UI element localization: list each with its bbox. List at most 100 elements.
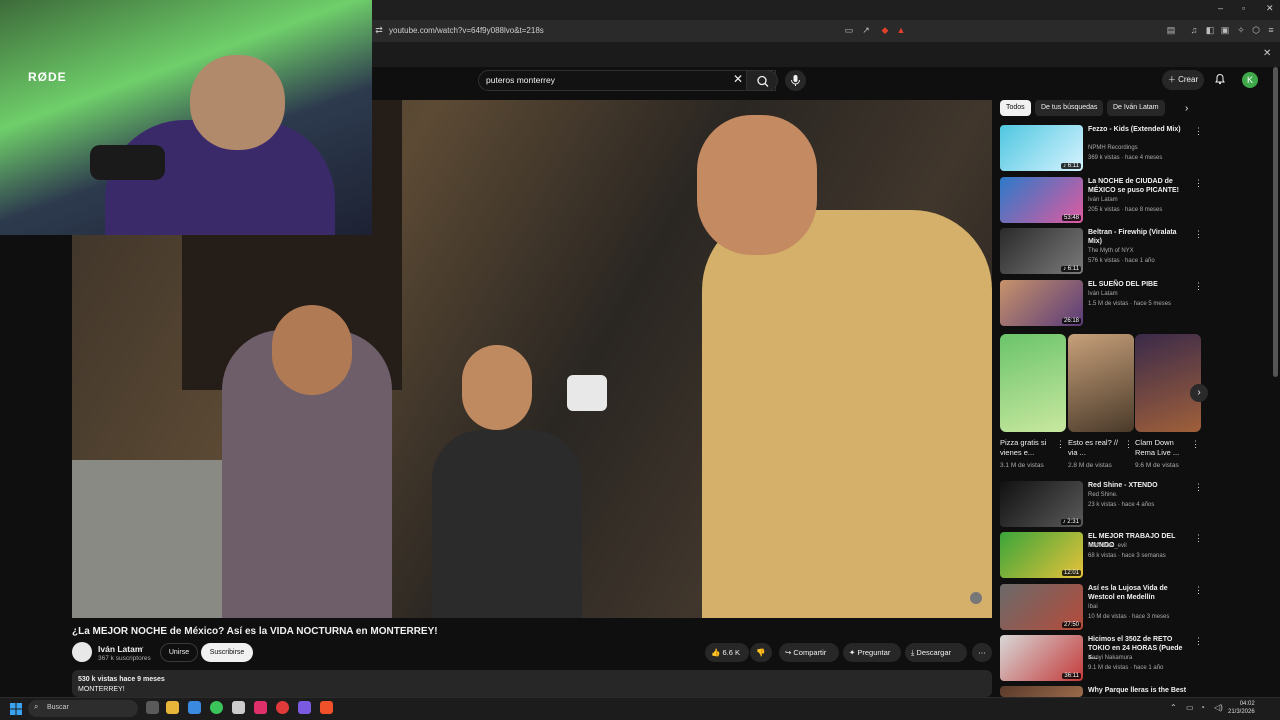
recommendation-thumbnail[interactable]: 12:01 xyxy=(1000,532,1083,578)
wifi-icon[interactable]: ◔ xyxy=(1200,703,1205,712)
chip-from-channel[interactable]: De Iván Latam xyxy=(1107,100,1165,116)
more-options-icon[interactable]: ⋮ xyxy=(1194,126,1203,137)
recommendation-channel[interactable]: The Myth of NYX xyxy=(1088,248,1134,254)
share-button[interactable]: ↪ Compartir xyxy=(779,643,839,662)
sidebar-icon[interactable]: ◧ xyxy=(1204,24,1216,36)
recommendation-channel[interactable]: Ibai xyxy=(1088,604,1098,610)
recommendation-channel[interactable]: Kenyi Nakamura xyxy=(1088,655,1132,661)
video-duration: 53:48 xyxy=(1061,215,1081,221)
music-icon[interactable]: ♫ xyxy=(1188,24,1200,36)
join-button[interactable]: Unirse xyxy=(160,643,198,662)
close-window-icon[interactable]: ✕ xyxy=(1266,3,1274,14)
video-settings-icon[interactable] xyxy=(970,592,982,604)
address-bar[interactable]: youtube.com/watch?v=64f9y088lvo&t=218s xyxy=(389,26,544,35)
more-options-icon[interactable]: ⋮ xyxy=(1124,439,1133,450)
taskbar-search[interactable] xyxy=(28,700,138,717)
recommendation-thumbnail[interactable]: ♪ 2:31 xyxy=(1000,481,1083,527)
voice-search-button[interactable] xyxy=(785,70,806,91)
short-thumbnail[interactable] xyxy=(1000,334,1066,432)
recommendation-title[interactable]: La NOCHE de CIUDAD de MÉXICO se puso PIC… xyxy=(1088,177,1188,195)
recommendation-channel[interactable]: NPMH Recordings xyxy=(1088,145,1138,151)
brave-rewards-icon[interactable]: ▲ xyxy=(895,24,907,36)
store-icon[interactable] xyxy=(188,701,201,714)
notepad-icon[interactable] xyxy=(232,701,245,714)
tiktok-icon[interactable] xyxy=(254,701,267,714)
recommendation-title[interactable]: Beltran - Firewhip (Viralata Mix) xyxy=(1088,228,1188,246)
recommendation-thumbnail[interactable]: 27:50 xyxy=(1000,584,1083,630)
more-options-icon[interactable]: ⋮ xyxy=(1194,178,1203,189)
minimize-icon[interactable]: – xyxy=(1218,3,1223,13)
reader-icon[interactable]: ▤ xyxy=(1165,24,1177,36)
recommendation-channel[interactable]: Kamikaze_evil xyxy=(1088,543,1127,549)
like-button[interactable]: 👍 6.6 K xyxy=(705,643,749,662)
cast-icon[interactable]: ▭ xyxy=(843,24,855,36)
recommendation-channel[interactable]: Red Shine. xyxy=(1088,492,1118,498)
channel-name[interactable]: Iván Latam xyxy=(98,644,142,654)
recommendation-thumbnail[interactable]: 36:11 xyxy=(1000,635,1083,681)
short-title[interactable]: Esto es real? // via ... xyxy=(1068,438,1126,458)
recommendation-thumbnail[interactable]: 53:48 xyxy=(1000,177,1083,223)
task-view-icon[interactable] xyxy=(146,701,159,714)
description-box[interactable] xyxy=(72,670,992,697)
maximize-icon[interactable]: ▫ xyxy=(1242,3,1245,13)
recommendation-thumbnail[interactable]: 26:18 xyxy=(1000,280,1083,326)
discord-icon[interactable] xyxy=(298,701,311,714)
wallet-icon[interactable]: ▣ xyxy=(1219,24,1231,36)
brave-shield-icon[interactable]: ◆ xyxy=(879,24,891,36)
recommendation-title[interactable]: Así es la Lujosa Vida de Westcol en Mede… xyxy=(1088,584,1188,602)
recommendation-title[interactable]: EL SUEÑO DEL PIBE xyxy=(1088,280,1188,289)
recommendation-channel[interactable]: Iván Latam xyxy=(1088,291,1118,297)
subscribe-button[interactable]: Suscribirse xyxy=(201,643,253,662)
create-button[interactable]: ＋ Crear xyxy=(1162,70,1204,90)
ask-button[interactable]: ✦ Preguntar xyxy=(843,643,901,662)
short-title[interactable]: Pizza gratis si vienes e... xyxy=(1000,438,1058,458)
share-page-icon[interactable]: ↗ xyxy=(860,24,872,36)
volume-icon[interactable]: ◁) xyxy=(1214,703,1223,712)
channel-avatar[interactable] xyxy=(72,642,92,662)
file-explorer-icon[interactable] xyxy=(166,701,179,714)
short-thumbnail[interactable] xyxy=(1135,334,1201,432)
more-options-icon[interactable]: ⋮ xyxy=(1191,439,1200,450)
close-bar-icon[interactable]: ✕ xyxy=(1263,48,1271,59)
more-actions-button[interactable]: ⋯ xyxy=(972,643,992,662)
menu-icon[interactable]: ≡ xyxy=(1265,24,1277,36)
notifications-bell-icon[interactable] xyxy=(1214,73,1226,85)
obs-icon[interactable] xyxy=(276,701,289,714)
clear-search-icon[interactable]: ✕ xyxy=(733,72,743,86)
shorts-next-button[interactable]: › xyxy=(1190,384,1208,402)
recommendation-thumbnail[interactable]: ♪ 6:11 xyxy=(1000,228,1083,274)
chip-all[interactable]: Todos xyxy=(1000,100,1031,116)
recommendation-thumbnail[interactable] xyxy=(1000,686,1083,697)
chrome-icon[interactable] xyxy=(210,701,223,714)
search-button[interactable] xyxy=(746,70,778,91)
taskbar-clock[interactable]: 04:02 21/3/2026 xyxy=(1228,700,1255,716)
recommendation-title[interactable]: Fezzo - Kids (Extended Mix) xyxy=(1088,125,1188,134)
site-info-icon[interactable]: ⇄ xyxy=(373,24,385,36)
recommendation-title[interactable]: Red Shine - XTENDO xyxy=(1088,481,1188,490)
windows-start-icon[interactable] xyxy=(10,702,22,715)
dislike-button[interactable]: 👎 xyxy=(750,643,772,662)
chip-from-searches[interactable]: De tus búsquedas xyxy=(1035,100,1104,116)
download-button[interactable]: ⤓ Descargar xyxy=(905,643,967,662)
scrollbar[interactable] xyxy=(1273,67,1278,377)
more-options-icon[interactable]: ⋮ xyxy=(1194,533,1203,544)
more-options-icon[interactable]: ⋮ xyxy=(1194,281,1203,292)
more-options-icon[interactable]: ⋮ xyxy=(1194,482,1203,493)
short-thumbnail[interactable] xyxy=(1068,334,1134,432)
verified-icon: ✓ xyxy=(139,646,145,653)
more-options-icon[interactable]: ⋮ xyxy=(1194,229,1203,240)
brave-icon[interactable] xyxy=(320,701,333,714)
recommendation-title[interactable]: Why Parque lleras is the Best xyxy=(1088,686,1188,695)
tray-chevron-icon[interactable]: ⌃ xyxy=(1170,703,1177,712)
chevron-right-icon[interactable]: › xyxy=(1185,103,1188,114)
short-title[interactable]: Clam Down Rema Live ... xyxy=(1135,438,1193,458)
leo-icon[interactable]: ✧ xyxy=(1235,24,1247,36)
more-options-icon[interactable]: ⋮ xyxy=(1194,636,1203,647)
recommendation-thumbnail[interactable]: ♪ 6:11 xyxy=(1000,125,1083,171)
more-options-icon[interactable]: ⋮ xyxy=(1194,585,1203,596)
user-avatar[interactable]: K xyxy=(1242,72,1258,88)
network-icon[interactable]: ▭ xyxy=(1186,703,1194,712)
recommendation-channel[interactable]: Iván Latam xyxy=(1088,197,1118,203)
vpn-icon[interactable]: ⬡ xyxy=(1250,24,1262,36)
more-options-icon[interactable]: ⋮ xyxy=(1056,439,1065,450)
